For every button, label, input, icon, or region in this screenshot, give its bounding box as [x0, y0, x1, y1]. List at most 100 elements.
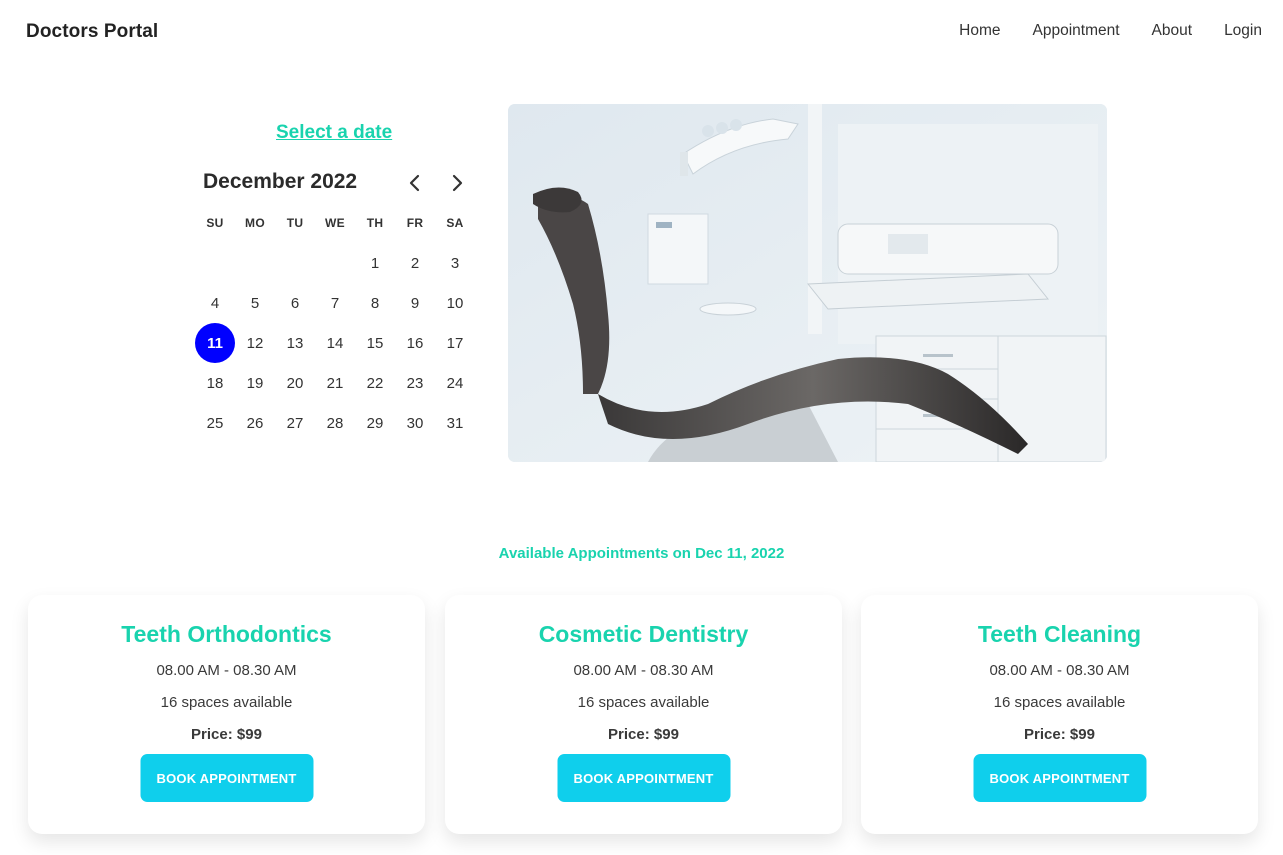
calendar-next-button[interactable]	[446, 171, 468, 195]
calendar-day-number: 2	[410, 254, 420, 272]
appointment-card-cleaning: Teeth Cleaning 08.00 AM - 08.30 AM 16 sp…	[861, 595, 1258, 834]
book-appointment-button[interactable]: BOOK APPOINTMENT	[140, 754, 313, 802]
weekday-label: SA	[446, 216, 464, 230]
calendar-month-label: December 2022	[203, 170, 358, 193]
calendar-header: December 2022	[203, 170, 473, 198]
brand-logo-text[interactable]: Doctors Portal	[26, 21, 158, 43]
calendar-day[interactable]: 24	[435, 363, 475, 403]
calendar-day-number: 31	[446, 414, 464, 432]
calendar-day[interactable]: 4	[195, 283, 235, 323]
calendar-day[interactable]: 30	[395, 403, 435, 443]
calendar-day-number: 5	[250, 294, 260, 312]
appointment-cards: Teeth Orthodontics 08.00 AM - 08.30 AM 1…	[28, 595, 1258, 835]
calendar-day-number: 24	[446, 374, 464, 392]
calendar-day[interactable]: 7	[315, 283, 355, 323]
card-spaces: 16 spaces available	[577, 694, 710, 711]
calendar-day-number: 3	[450, 254, 460, 272]
calendar-day[interactable]: 2	[395, 243, 435, 283]
calendar-day-number: 29	[366, 414, 384, 432]
calendar-day[interactable]: 13	[275, 323, 315, 363]
calendar-day[interactable]: 23	[395, 363, 435, 403]
calendar-day-number: 23	[406, 374, 424, 392]
calendar-day-number: 19	[246, 374, 264, 392]
calendar-day-number: 6	[290, 294, 300, 312]
calendar-day[interactable]: 6	[275, 283, 315, 323]
card-price: Price: $99	[191, 726, 262, 743]
card-title: Cosmetic Dentistry	[538, 621, 749, 647]
calendar-day-number: 7	[330, 294, 340, 312]
calendar-day[interactable]: 14	[315, 323, 355, 363]
calendar-day-number: 11	[195, 323, 235, 363]
calendar-day-number: 8	[370, 294, 380, 312]
book-appointment-button[interactable]: BOOK APPOINTMENT	[973, 754, 1146, 802]
calendar-day[interactable]: 10	[435, 283, 475, 323]
calendar-day[interactable]: 1	[355, 243, 395, 283]
calendar-day[interactable]: 17	[435, 323, 475, 363]
calendar-day[interactable]: 29	[355, 403, 395, 443]
calendar-day-number: 4	[210, 294, 220, 312]
chevron-right-icon	[452, 174, 463, 192]
chevron-left-icon	[409, 174, 420, 192]
weekday-label: SU	[206, 216, 224, 230]
calendar-day[interactable]: 15	[355, 323, 395, 363]
dental-chair-illustration	[508, 104, 1107, 462]
calendar-weeks: 1 2 3 4 5 6 7 8 9 10 11 12 13 14 15 16 17 18 19 20 21 22 23 24 2…	[195, 243, 475, 443]
calendar-weekday-row: SU MO TU WE TH FR SA	[195, 203, 475, 243]
calendar-week-row: 18 19 20 21 22 23 24	[195, 363, 475, 403]
calendar-day[interactable]: 19	[235, 363, 275, 403]
card-time: 08.00 AM - 08.30 AM	[989, 662, 1130, 679]
calendar-day-selected[interactable]: 11	[195, 323, 235, 363]
calendar-day[interactable]: 16	[395, 323, 435, 363]
appointment-card-cosmetic: Cosmetic Dentistry 08.00 AM - 08.30 AM 1…	[445, 595, 842, 834]
calendar-day[interactable]: 25	[195, 403, 235, 443]
card-title: Teeth Orthodontics	[121, 621, 332, 647]
card-price: Price: $99	[608, 726, 679, 743]
weekday-label: MO	[245, 216, 265, 230]
nav-link-about[interactable]: About	[1152, 22, 1193, 40]
nav-link-home[interactable]: Home	[959, 22, 1000, 40]
calendar-week-row: 11 12 13 14 15 16 17	[195, 323, 475, 363]
calendar-day[interactable]: 26	[235, 403, 275, 443]
calendar-week-row: 25 26 27 28 29 30 31	[195, 403, 475, 443]
calendar-day-number: 1	[370, 254, 380, 272]
calendar-day[interactable]: 27	[275, 403, 315, 443]
calendar-day[interactable]: 20	[275, 363, 315, 403]
weekday-label: WE	[325, 216, 345, 230]
calendar-day[interactable]: 12	[235, 323, 275, 363]
calendar-day[interactable]: 8	[355, 283, 395, 323]
calendar-day-number: 13	[286, 334, 304, 352]
calendar-day-number: 16	[406, 334, 424, 352]
calendar-day-number: 18	[206, 374, 224, 392]
calendar-day[interactable]: 28	[315, 403, 355, 443]
book-appointment-button[interactable]: BOOK APPOINTMENT	[557, 754, 730, 802]
calendar-day[interactable]: 21	[315, 363, 355, 403]
calendar-week-row: 1 2 3	[195, 243, 475, 283]
calendar-day-number: 27	[286, 414, 304, 432]
calendar-day-number: 15	[366, 334, 384, 352]
card-time: 08.00 AM - 08.30 AM	[573, 662, 714, 679]
calendar-week-row: 4 5 6 7 8 9 10	[195, 283, 475, 323]
appointment-card-orthodontics: Teeth Orthodontics 08.00 AM - 08.30 AM 1…	[28, 595, 425, 834]
card-time: 08.00 AM - 08.30 AM	[156, 662, 297, 679]
weekday-label: TU	[286, 216, 304, 230]
calendar-day-number: 25	[206, 414, 224, 432]
calendar-day-number: 20	[286, 374, 304, 392]
calendar-day[interactable]: 31	[435, 403, 475, 443]
card-title: Teeth Cleaning	[977, 621, 1142, 647]
dental-chair-image	[508, 104, 1107, 462]
calendar-day-number: 22	[366, 374, 384, 392]
calendar-prev-button[interactable]	[404, 171, 426, 195]
nav-link-login[interactable]: Login	[1224, 22, 1262, 40]
nav-link-appointment[interactable]: Appointment	[1033, 22, 1120, 40]
calendar-day-number: 21	[326, 374, 344, 392]
calendar-day[interactable]: 18	[195, 363, 235, 403]
calendar-empty-cell	[315, 243, 355, 283]
calendar-day-number: 10	[446, 294, 464, 312]
calendar-day-number: 30	[406, 414, 424, 432]
weekday-label: TH	[366, 216, 384, 230]
calendar-day[interactable]: 5	[235, 283, 275, 323]
card-spaces: 16 spaces available	[160, 694, 293, 711]
calendar-day[interactable]: 22	[355, 363, 395, 403]
calendar-day[interactable]: 3	[435, 243, 475, 283]
calendar-day[interactable]: 9	[395, 283, 435, 323]
